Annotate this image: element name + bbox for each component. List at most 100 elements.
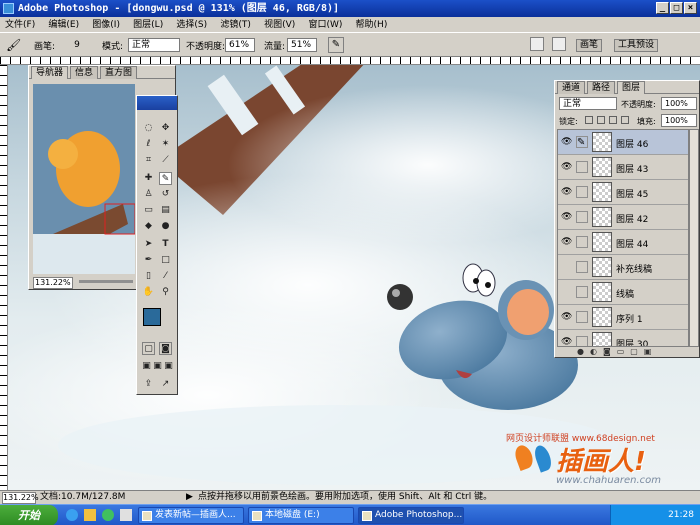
- menu-help[interactable]: 帮助(H): [351, 18, 393, 33]
- close-button[interactable]: ×: [684, 2, 697, 14]
- visibility-eye-icon[interactable]: 👁: [561, 162, 573, 172]
- start-button[interactable]: 开始: [0, 505, 58, 525]
- visibility-eye-icon[interactable]: 👁: [561, 187, 573, 197]
- toolbox-header[interactable]: [137, 96, 177, 110]
- tab-navigator[interactable]: 导航器: [31, 66, 69, 79]
- flow-input[interactable]: 51%: [287, 38, 317, 52]
- quick-mask-icon[interactable]: ◙: [159, 342, 172, 355]
- zoom-tool-icon[interactable]: ⚲: [159, 286, 172, 299]
- layer-list-scrollbar[interactable]: [689, 129, 699, 347]
- gradient-tool-icon[interactable]: ▤: [159, 204, 172, 217]
- layer-row[interactable]: 线稿: [558, 280, 688, 305]
- file-browser-icon[interactable]: [530, 37, 544, 51]
- add-style-icon[interactable]: ◐: [590, 347, 603, 356]
- tab-info[interactable]: 信息: [70, 66, 99, 79]
- navigator-zoom-field[interactable]: 131.22%: [33, 277, 73, 289]
- tab-layers[interactable]: 图层: [617, 81, 646, 94]
- menu-edit[interactable]: 编辑(E): [43, 18, 84, 33]
- menu-select[interactable]: 选择(S): [171, 18, 212, 33]
- screen-mode-3-icon[interactable]: ▣: [162, 360, 175, 373]
- menu-view[interactable]: 视图(V): [259, 18, 300, 33]
- quicklaunch-folder-icon[interactable]: [84, 509, 96, 521]
- visibility-eye-icon[interactable]: 👁: [561, 237, 573, 247]
- layer-link-icon[interactable]: [576, 161, 588, 173]
- tab-channels[interactable]: 通道: [557, 81, 586, 94]
- hand-tool-icon[interactable]: ✋: [142, 286, 155, 299]
- healing-brush-icon[interactable]: ✚: [142, 172, 155, 185]
- menu-file[interactable]: 文件(F): [0, 18, 40, 33]
- lock-transparent-icon[interactable]: [585, 116, 593, 124]
- eyedropper-icon[interactable]: ⁄: [159, 270, 172, 283]
- brush-tool-icon[interactable]: ✎: [159, 172, 172, 185]
- marquee-tool-icon[interactable]: ◌: [142, 122, 155, 135]
- jump-to-imageready-icon[interactable]: ⇪: [142, 378, 155, 391]
- status-zoom-field[interactable]: 131.22%: [2, 492, 39, 504]
- palette-tab-brushes[interactable]: 画笔: [576, 39, 603, 52]
- navigator-preview[interactable]: [33, 84, 135, 274]
- lock-image-icon[interactable]: [597, 116, 605, 124]
- layer-opacity-input[interactable]: 100%: [661, 97, 697, 110]
- pen-tool-icon[interactable]: ✒: [142, 254, 155, 267]
- dodge-tool-icon[interactable]: ●: [159, 220, 172, 233]
- layer-row[interactable]: 👁 图层 44: [558, 230, 688, 255]
- blur-tool-icon[interactable]: ◆: [142, 220, 155, 233]
- taskbar-browser-window[interactable]: 发表新帖—插画人...: [138, 507, 244, 524]
- layer-row[interactable]: 👁 图层 42: [558, 205, 688, 230]
- visibility-eye-icon[interactable]: 👁: [561, 137, 573, 147]
- layer-link-icon[interactable]: [576, 236, 588, 248]
- lock-all-icon[interactable]: [621, 116, 629, 124]
- standard-mode-icon[interactable]: ▢: [142, 342, 155, 355]
- quicklaunch-app-icon[interactable]: [102, 509, 114, 521]
- quicklaunch-desktop-icon[interactable]: [120, 509, 132, 521]
- type-tool-icon[interactable]: T: [159, 238, 172, 251]
- jump-icon[interactable]: ↗: [159, 378, 172, 391]
- minimize-button[interactable]: _: [656, 2, 669, 14]
- new-layer-icon[interactable]: ▢: [630, 347, 644, 356]
- layer-link-icon[interactable]: [576, 336, 588, 346]
- layer-link-icon[interactable]: [576, 286, 588, 298]
- layer-link-icon[interactable]: [576, 211, 588, 223]
- menu-filter[interactable]: 滤镜(T): [215, 18, 256, 33]
- quicklaunch-browser-icon[interactable]: [66, 509, 78, 521]
- lock-position-icon[interactable]: [609, 116, 617, 124]
- magic-wand-icon[interactable]: ✶: [159, 138, 172, 151]
- shape-tool-icon[interactable]: □: [159, 254, 172, 267]
- history-brush-icon[interactable]: ↺: [159, 188, 172, 201]
- layer-row[interactable]: 补充线稿: [558, 255, 688, 280]
- layer-row[interactable]: 👁 序列 1: [558, 305, 688, 330]
- brush-size[interactable]: 9: [70, 36, 84, 54]
- layer-link-icon[interactable]: [576, 261, 588, 273]
- taskbar-explorer-window[interactable]: 本地磁盘 (E:): [248, 507, 354, 524]
- eraser-tool-icon[interactable]: ▭: [142, 204, 155, 217]
- navigator-zoom-slider[interactable]: [79, 280, 133, 283]
- add-mask-icon[interactable]: ◙: [603, 347, 617, 356]
- visibility-eye-icon[interactable]: 👁: [561, 337, 573, 346]
- palette-well-icon[interactable]: [552, 37, 566, 51]
- menu-window[interactable]: 窗口(W): [303, 18, 347, 33]
- opacity-input[interactable]: 61%: [225, 38, 255, 52]
- visibility-eye-icon[interactable]: [561, 287, 573, 297]
- new-group-icon[interactable]: ▭: [617, 347, 631, 356]
- airbrush-icon[interactable]: ✎: [328, 37, 344, 53]
- layer-row[interactable]: 👁 ✎ 图层 46: [558, 130, 688, 155]
- path-select-icon[interactable]: ➤: [142, 238, 155, 251]
- foreground-color-swatch[interactable]: [143, 308, 161, 326]
- slice-tool-icon[interactable]: ⟋: [159, 154, 172, 167]
- fill-input[interactable]: 100%: [661, 114, 697, 127]
- clone-stamp-icon[interactable]: ♙: [142, 188, 155, 201]
- move-tool-icon[interactable]: ✥: [159, 122, 172, 135]
- blend-mode-select[interactable]: 正常: [559, 97, 617, 110]
- layer-row[interactable]: 👁 图层 30: [558, 330, 688, 346]
- layer-row[interactable]: 👁 图层 43: [558, 155, 688, 180]
- layer-row[interactable]: 👁 图层 45: [558, 180, 688, 205]
- visibility-eye-icon[interactable]: 👁: [561, 212, 573, 222]
- layer-link-icon[interactable]: [576, 186, 588, 198]
- tab-histogram[interactable]: 直方图: [100, 66, 138, 79]
- lasso-tool-icon[interactable]: ℓ: [142, 138, 155, 151]
- crop-tool-icon[interactable]: ⌗: [142, 154, 155, 167]
- link-layers-icon[interactable]: ●: [577, 347, 590, 356]
- mode-select[interactable]: 正常: [128, 38, 180, 52]
- tab-paths[interactable]: 路径: [587, 81, 616, 94]
- delete-layer-icon[interactable]: ▣: [644, 347, 658, 356]
- brush-tool-icon[interactable]: 🖌: [6, 38, 21, 52]
